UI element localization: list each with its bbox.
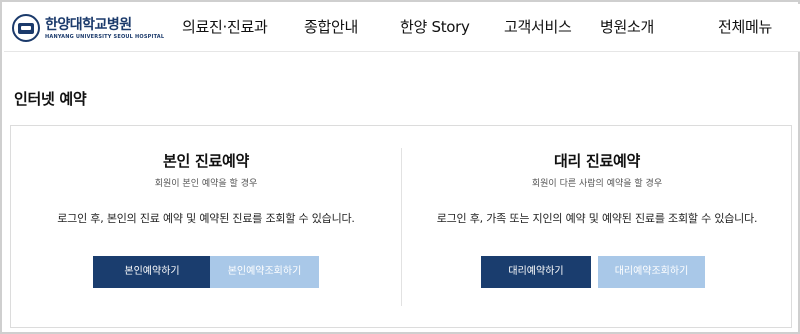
nav-item-all-menu[interactable]: 전체메뉴 — [718, 16, 772, 37]
panel-subtitle: 회원이 다른 사람의 예약을 할 경우 — [531, 179, 663, 189]
page-title: 인터넷 예약 — [14, 90, 87, 108]
self-reserve-button[interactable]: 본인예약하기 — [93, 256, 211, 288]
panel-title: 대리 진료예약 — [554, 152, 640, 170]
proxy-reserve-button[interactable]: 대리예약하기 — [481, 256, 591, 288]
panel-subtitle: 회원이 본인 예약을 할 경우 — [154, 179, 258, 189]
proxy-reservation-lookup-button[interactable]: 대리예약조회하기 — [598, 256, 705, 288]
page-frame: 한양대학교병원 HANYANG UNIVERSITY SEOUL HOSPITA… — [0, 0, 800, 334]
nav-item-customer-service[interactable]: 고객서비스 — [504, 16, 572, 37]
nav-item-hospital-intro[interactable]: 병원소개 — [600, 16, 654, 37]
panel-description: 로그인 후, 가족 또는 지인의 예약 및 예약된 진료를 조회할 수 있습니다… — [436, 212, 758, 225]
main-nav: 의료진·진료과 종합안내 한양 Story 고객서비스 병원소개 전체메뉴 — [4, 16, 800, 38]
site-header: 한양대학교병원 HANYANG UNIVERSITY SEOUL HOSPITA… — [4, 4, 800, 52]
self-reservation-lookup-button[interactable]: 본인예약조회하기 — [210, 256, 319, 288]
panel-title: 본인 진료예약 — [163, 152, 249, 170]
proxy-reservation-panel: 대리 진료예약 회원이 다른 사람의 예약을 할 경우 로그인 후, 가족 또는… — [402, 126, 792, 327]
nav-item-general-info[interactable]: 종합안내 — [304, 16, 358, 37]
self-reservation-panel: 본인 진료예약 회원이 본인 예약을 할 경우 로그인 후, 본인의 진료 예약… — [11, 126, 401, 327]
reservation-box: 본인 진료예약 회원이 본인 예약을 할 경우 로그인 후, 본인의 진료 예약… — [10, 125, 792, 328]
nav-item-doctors-departments[interactable]: 의료진·진료과 — [182, 16, 268, 37]
nav-item-hanyang-story[interactable]: 한양 Story — [400, 16, 470, 37]
panel-description: 로그인 후, 본인의 진료 예약 및 예약된 진료를 조회할 수 있습니다. — [57, 212, 355, 225]
